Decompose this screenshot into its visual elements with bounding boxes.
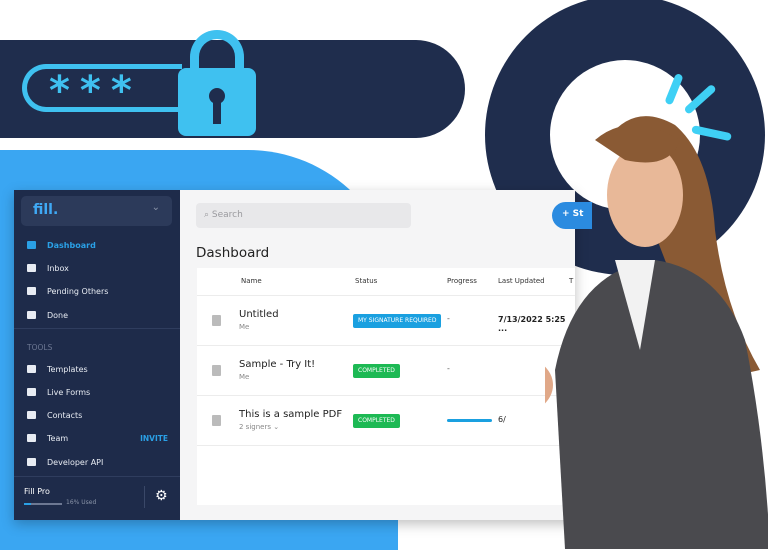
sidebar-item-developer-api[interactable]: Developer API	[14, 452, 180, 472]
label: Inbox	[47, 263, 69, 273]
column-header[interactable]: Name	[241, 277, 262, 285]
api-icon	[27, 458, 36, 466]
document-name[interactable]: Sample - Try It!	[239, 359, 315, 370]
template-icon	[27, 365, 36, 373]
document-owner: Me	[239, 373, 250, 381]
gear-icon[interactable]: ⚙	[155, 488, 168, 504]
documents-table: Name Status Progress Last Updated T Unti…	[197, 268, 575, 505]
sidebar-item-done[interactable]: Done	[14, 305, 180, 325]
signers-toggle[interactable]: 2 signers ⌄	[239, 423, 279, 431]
divider	[144, 486, 145, 508]
column-header[interactable]: Progress	[447, 277, 477, 285]
table-row[interactable]: This is a sample PDF 2 signers ⌄ COMPLET…	[197, 395, 575, 445]
label: Pending Others	[47, 286, 109, 296]
form-icon	[27, 388, 36, 396]
tools-header: TOOLS	[27, 343, 53, 352]
label: Templates	[47, 364, 88, 374]
progress: -	[447, 364, 450, 373]
progress-bar	[447, 419, 492, 422]
divider	[14, 328, 180, 329]
sidebar-item-templates[interactable]: Templates	[14, 359, 180, 379]
label: Contacts	[47, 410, 83, 420]
last-updated: 6/	[498, 415, 506, 424]
suit	[555, 260, 768, 549]
plan-name: Fill Pro	[24, 487, 50, 496]
document-icon	[212, 415, 221, 426]
users-icon	[27, 287, 36, 295]
sidebar-item-contacts[interactable]: Contacts	[14, 405, 180, 425]
folder-check-icon	[27, 311, 36, 319]
label: Team	[47, 433, 69, 443]
hands	[545, 366, 553, 404]
woman-photo	[545, 116, 768, 549]
usage-label: 16% Used	[66, 499, 97, 506]
search-input[interactable]: ⌕ Search	[196, 203, 411, 228]
label: Dashboard	[47, 240, 96, 250]
invite-link[interactable]: INVITE	[140, 434, 168, 443]
status-badge: COMPLETED	[353, 364, 400, 378]
search-placeholder: Search	[211, 210, 243, 220]
page-title: Dashboard	[196, 245, 270, 261]
document-name[interactable]: Untitled	[239, 309, 279, 320]
label: Done	[47, 310, 69, 320]
usage-bar-fill	[24, 503, 31, 505]
sidebar-item-pending-others[interactable]: Pending Others	[14, 281, 180, 301]
label: Live Forms	[47, 387, 91, 397]
team-icon	[27, 434, 36, 442]
sidebar: fill. ⌄ Dashboard Inbox Pending Others D…	[14, 190, 180, 520]
sidebar-item-dashboard[interactable]: Dashboard	[14, 235, 180, 255]
table-row[interactable]: Sample - Try It! Me COMPLETED -	[197, 345, 575, 395]
label: Developer API	[47, 457, 104, 467]
search-icon: ⌕	[204, 210, 212, 220]
status-badge: COMPLETED	[353, 414, 400, 428]
document-icon	[212, 365, 221, 376]
workspace-switcher[interactable]: fill. ⌄	[21, 196, 172, 226]
document-name[interactable]: This is a sample PDF	[239, 409, 342, 420]
chevron-down-icon: ⌄	[151, 202, 160, 213]
progress: -	[447, 314, 450, 323]
document-icon	[212, 315, 221, 326]
logo: fill.	[33, 202, 59, 218]
row-divider	[197, 445, 575, 446]
divider	[14, 476, 180, 477]
column-header[interactable]: Status	[355, 277, 377, 285]
contact-icon	[27, 411, 36, 419]
document-owner: Me	[239, 323, 250, 331]
status-badge: MY SIGNATURE REQUIRED	[353, 314, 442, 328]
home-icon	[27, 241, 36, 249]
inbox-icon	[27, 264, 36, 272]
sidebar-item-team[interactable]: Team INVITE	[14, 428, 180, 448]
sidebar-item-live-forms[interactable]: Live Forms	[14, 382, 180, 402]
keyhole-slot	[213, 98, 221, 124]
app-window: fill. ⌄ Dashboard Inbox Pending Others D…	[14, 190, 592, 520]
password-field-illustration: ***	[22, 64, 182, 113]
column-header[interactable]: Last Updated	[498, 277, 545, 285]
sidebar-item-inbox[interactable]: Inbox	[14, 258, 180, 278]
table-row[interactable]: Untitled Me MY SIGNATURE REQUIRED - 7/13…	[197, 295, 575, 345]
